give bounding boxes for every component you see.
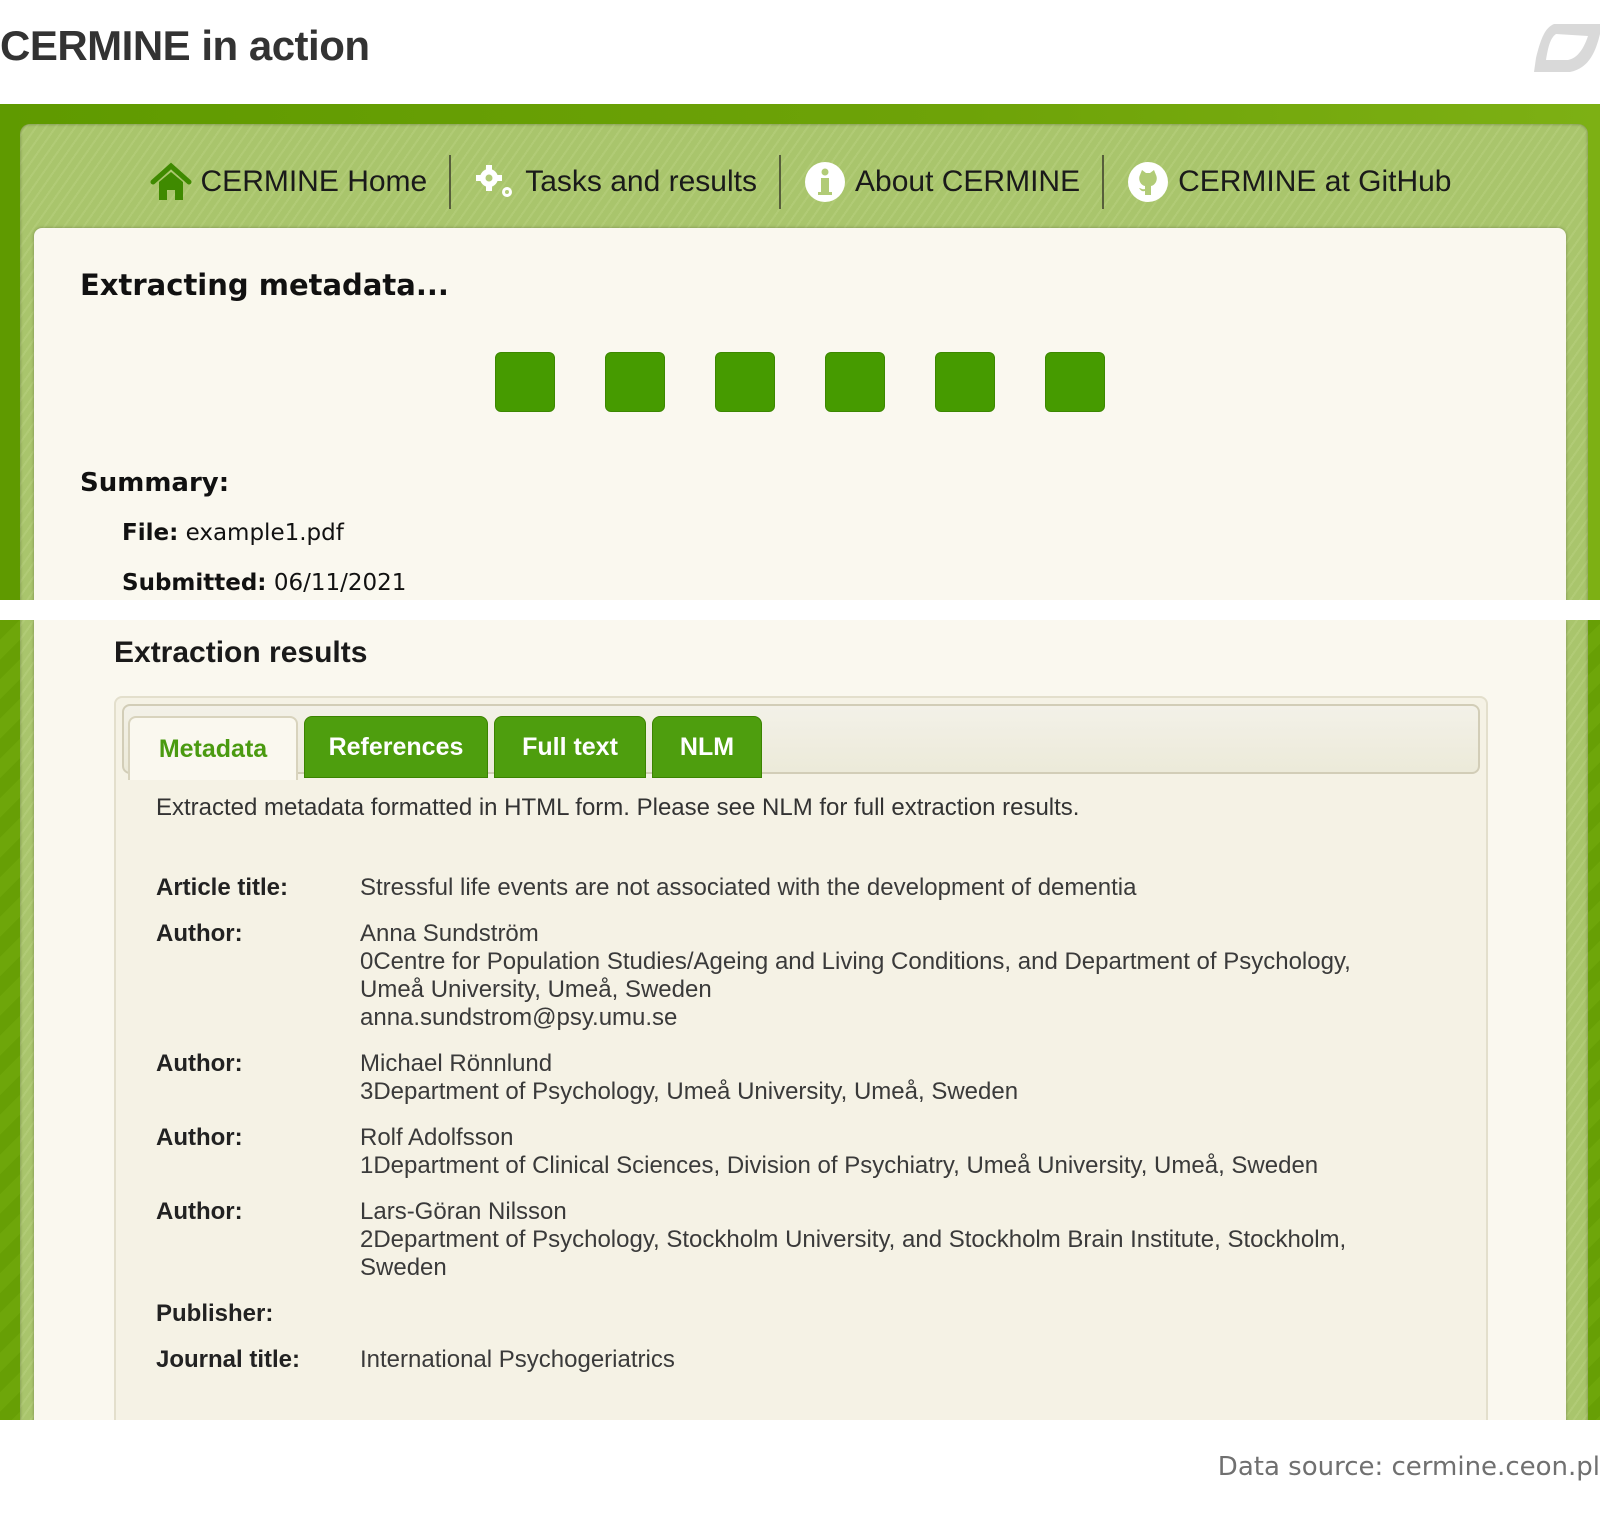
results-card: Extraction results Metadata References F… (34, 620, 1566, 1420)
metadata-label: Author: (156, 920, 243, 947)
progress-block (715, 352, 775, 412)
tab-references[interactable]: References (304, 716, 488, 778)
tabs-bar: Metadata References Full text NLM (122, 704, 1480, 780)
screenshot-extraction-progress: CERMINE Home Tasks and results About CER… (0, 104, 1600, 600)
file-value: example1.pdf (185, 520, 344, 546)
metadata-value-line: International Psychogeriatrics (360, 1346, 675, 1373)
brand-logo-icon (1534, 24, 1600, 72)
summary-heading: Summary: (80, 468, 230, 498)
metadata-label: Author: (156, 1050, 243, 1077)
nav-item-about[interactable]: About CERMINE (781, 154, 1102, 210)
gears-icon (473, 160, 517, 204)
metadata-value: Lars-Göran Nilsson 2Department of Psychol… (360, 1198, 1346, 1282)
results-heading: Extraction results (114, 636, 368, 669)
metadata-value: Rolf Adolfsson 1Department of Clinical Sc… (360, 1124, 1318, 1180)
metadata-value: Anna Sundström 0Centre for Population Stu… (360, 920, 1351, 1032)
metadata-value-line: 2Department of Psychology, Stockholm Uni… (360, 1226, 1347, 1253)
info-icon (803, 160, 847, 204)
extracting-heading: Extracting metadata... (80, 268, 449, 302)
home-icon (149, 160, 193, 204)
tab-nlm[interactable]: NLM (652, 716, 762, 778)
metadata-row: Author: Michael Rönnlund 3Department of Ps… (156, 1050, 1456, 1106)
screenshot-extraction-results: Extraction results Metadata References F… (0, 620, 1600, 1420)
metadata-label: Author: (156, 1124, 243, 1151)
metadata-value-line: Anna Sundström (360, 920, 539, 947)
results-tabs-panel: Metadata References Full text NLM Extrac… (114, 696, 1488, 1420)
progress-block (495, 352, 555, 412)
metadata-value-line: 0Centre for Population Studies/Ageing an… (360, 948, 1351, 975)
metadata-row: Journal title: International Psychogeriat… (156, 1346, 1456, 1374)
nav-item-home[interactable]: CERMINE Home (127, 154, 450, 210)
metadata-value-line: Rolf Adolfsson (360, 1124, 514, 1151)
nav-divider (449, 155, 452, 209)
progress-block (605, 352, 665, 412)
submitted-label: Submitted: (122, 570, 267, 596)
metadata-description: Extracted metadata formatted in HTML for… (156, 794, 1080, 821)
metadata-table: Article title: Stressful life events are … (156, 874, 1456, 1392)
summary-file: File: example1.pdf (122, 520, 344, 546)
metadata-value-line: anna.sundstrom@psy.umu.se (360, 1004, 678, 1031)
page-title: CERMINE in action (0, 22, 370, 69)
nav-divider (779, 155, 781, 209)
data-source-caption: Data source: cermine.ceon.pl (1217, 1452, 1600, 1482)
metadata-label: Author: (156, 1198, 243, 1225)
progress-block (825, 352, 885, 412)
metadata-row: Author: Anna Sundström 0Centre for Populat… (156, 920, 1456, 1032)
metadata-value-line: Michael Rönnlund (360, 1050, 553, 1077)
metadata-value-line: Umeå University, Umeå, Sweden (360, 976, 712, 1003)
progress-block (935, 352, 995, 412)
nav-item-label: About CERMINE (855, 165, 1081, 198)
nav-item-label: CERMINE Home (200, 165, 428, 198)
metadata-label: Article title: (156, 874, 289, 901)
tab-metadata[interactable]: Metadata (128, 716, 298, 780)
metadata-row: Article title: Stressful life events are … (156, 874, 1456, 902)
github-icon (1126, 160, 1170, 204)
nav-item-label: Tasks and results (525, 165, 757, 198)
submitted-value: 06/11/2021 (273, 570, 407, 596)
metadata-value-line: Sweden (360, 1254, 447, 1281)
nav-item-tasks[interactable]: Tasks and results (451, 154, 779, 210)
metadata-row: Publisher: (156, 1300, 1456, 1328)
metadata-value-line: Lars-Göran Nilsson (360, 1198, 567, 1225)
metadata-value-line: Stressful life events are not associated… (360, 874, 1137, 901)
metadata-value: Michael Rönnlund 3Department of Psycholog… (360, 1050, 1018, 1106)
nav-item-github[interactable]: CERMINE at GitHub (1104, 154, 1473, 210)
metadata-value-line: 3Department of Psychology, Umeå Universi… (360, 1078, 1019, 1105)
nav-divider (1102, 155, 1105, 209)
metadata-value: International Psychogeriatrics (360, 1346, 675, 1374)
tab-full-text[interactable]: Full text (494, 716, 646, 778)
metadata-value-line: 1Department of Clinical Sciences, Divisi… (360, 1152, 1319, 1179)
metadata-label: Journal title: (156, 1346, 301, 1373)
metadata-value: Stressful life events are not associated… (360, 874, 1136, 902)
metadata-row: Author: Rolf Adolfsson 1Department of Clin… (156, 1124, 1456, 1180)
metadata-row: Author: Lars-Göran Nilsson 2Department of … (156, 1198, 1456, 1282)
summary-submitted: Submitted: 06/11/2021 (122, 570, 406, 596)
file-label: File: (122, 520, 179, 546)
progress-block (1045, 352, 1105, 412)
progress-indicator (495, 352, 1105, 412)
main-nav: CERMINE Home Tasks and results About CER… (0, 152, 1600, 212)
metadata-label: Publisher: (156, 1300, 274, 1327)
nav-item-label: CERMINE at GitHub (1178, 165, 1452, 198)
